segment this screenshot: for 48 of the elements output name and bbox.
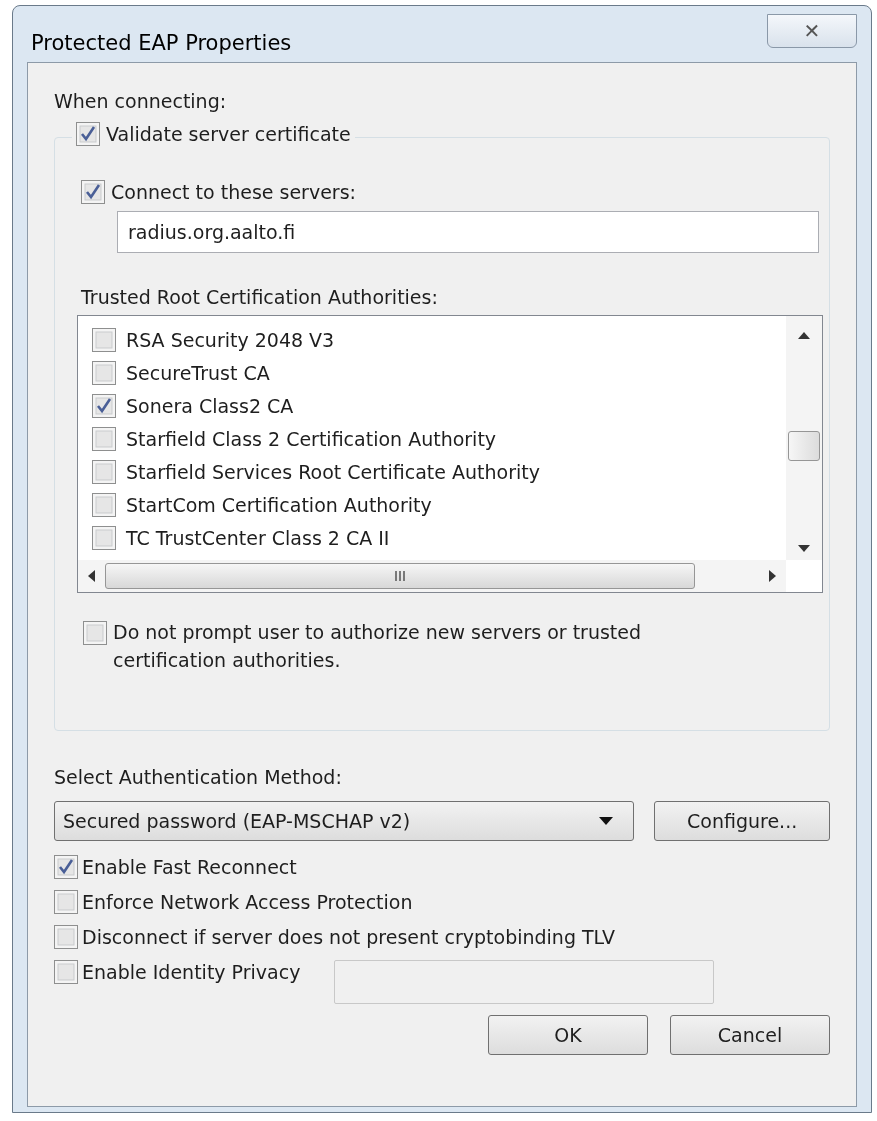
checkbox[interactable] bbox=[76, 122, 100, 147]
checkbox[interactable] bbox=[54, 925, 78, 949]
checkbox-label: Enable Fast Reconnect bbox=[82, 855, 297, 880]
list-item[interactable]: Starfield Class 2 Certification Authority bbox=[126, 424, 497, 454]
checkbox[interactable] bbox=[54, 960, 78, 984]
grip-icon bbox=[394, 570, 406, 581]
checkbox[interactable] bbox=[83, 620, 107, 645]
dialog-button[interactable]: OK bbox=[488, 1015, 648, 1055]
checkbox[interactable] bbox=[92, 460, 116, 484]
checkbox-label: Disconnect if server does not present cryptobinding TLV bbox=[82, 925, 616, 950]
checkbox[interactable] bbox=[92, 394, 116, 418]
vertical-scrollbar[interactable] bbox=[786, 315, 822, 560]
checkbox[interactable] bbox=[92, 526, 116, 550]
checkbox[interactable] bbox=[92, 361, 116, 385]
checkbox-label: Enforce Network Access Protection bbox=[82, 890, 413, 915]
section-label: Select Authentication Method: bbox=[54, 765, 343, 790]
list-item[interactable]: TC TrustCenter Class 2 CA II bbox=[126, 523, 390, 553]
list-item[interactable]: SecureTrust CA bbox=[126, 358, 270, 388]
checkbox[interactable] bbox=[92, 493, 116, 517]
scroll-up-icon[interactable] bbox=[798, 331, 810, 339]
list-item[interactable]: Starfield Services Root Certificate Authority bbox=[126, 457, 540, 487]
checkbox-label: Validate server certificate bbox=[106, 122, 351, 147]
checkbox[interactable] bbox=[54, 855, 78, 879]
checkbox-label: Connect to these servers: bbox=[111, 180, 356, 205]
method-dropdown[interactable]: Secured password (EAP-MSCHAP v2) bbox=[54, 801, 635, 841]
checkbox-label: Enable Identity Privacy bbox=[82, 960, 301, 985]
close-button[interactable]: ✕ bbox=[767, 14, 857, 48]
list-item[interactable]: Sonera Class2 CA bbox=[126, 391, 294, 421]
configure-button[interactable]: Configure... bbox=[654, 801, 830, 841]
scroll-down-icon[interactable] bbox=[798, 544, 810, 552]
scroll-left-icon[interactable] bbox=[88, 569, 95, 582]
list-item[interactable]: StartCom Certification Authority bbox=[126, 490, 432, 520]
section-label: When connecting: bbox=[54, 89, 228, 114]
scroll-right-icon[interactable] bbox=[769, 569, 776, 582]
checkbox-label: Do not prompt user to authorize new servers or trusted certification authorities. bbox=[113, 619, 643, 673]
list-item[interactable]: RSA Security 2048 V3 bbox=[126, 325, 335, 355]
window-title: Protected EAP Properties bbox=[31, 30, 292, 57]
checkbox[interactable] bbox=[81, 180, 105, 205]
section-label: Trusted Root Certification Authorities: bbox=[81, 284, 439, 310]
horizontal-scrollbar[interactable] bbox=[78, 559, 786, 592]
checkbox[interactable] bbox=[92, 427, 116, 451]
scroll-thumb[interactable] bbox=[788, 430, 820, 461]
server-field[interactable]: radius.org.aalto.fi bbox=[117, 210, 819, 253]
scroll-thumb[interactable] bbox=[105, 562, 695, 589]
caret-icon[interactable] bbox=[599, 817, 614, 825]
checkbox[interactable] bbox=[54, 890, 78, 914]
dialog-button[interactable]: Cancel bbox=[670, 1015, 830, 1055]
checkbox[interactable] bbox=[92, 328, 116, 352]
